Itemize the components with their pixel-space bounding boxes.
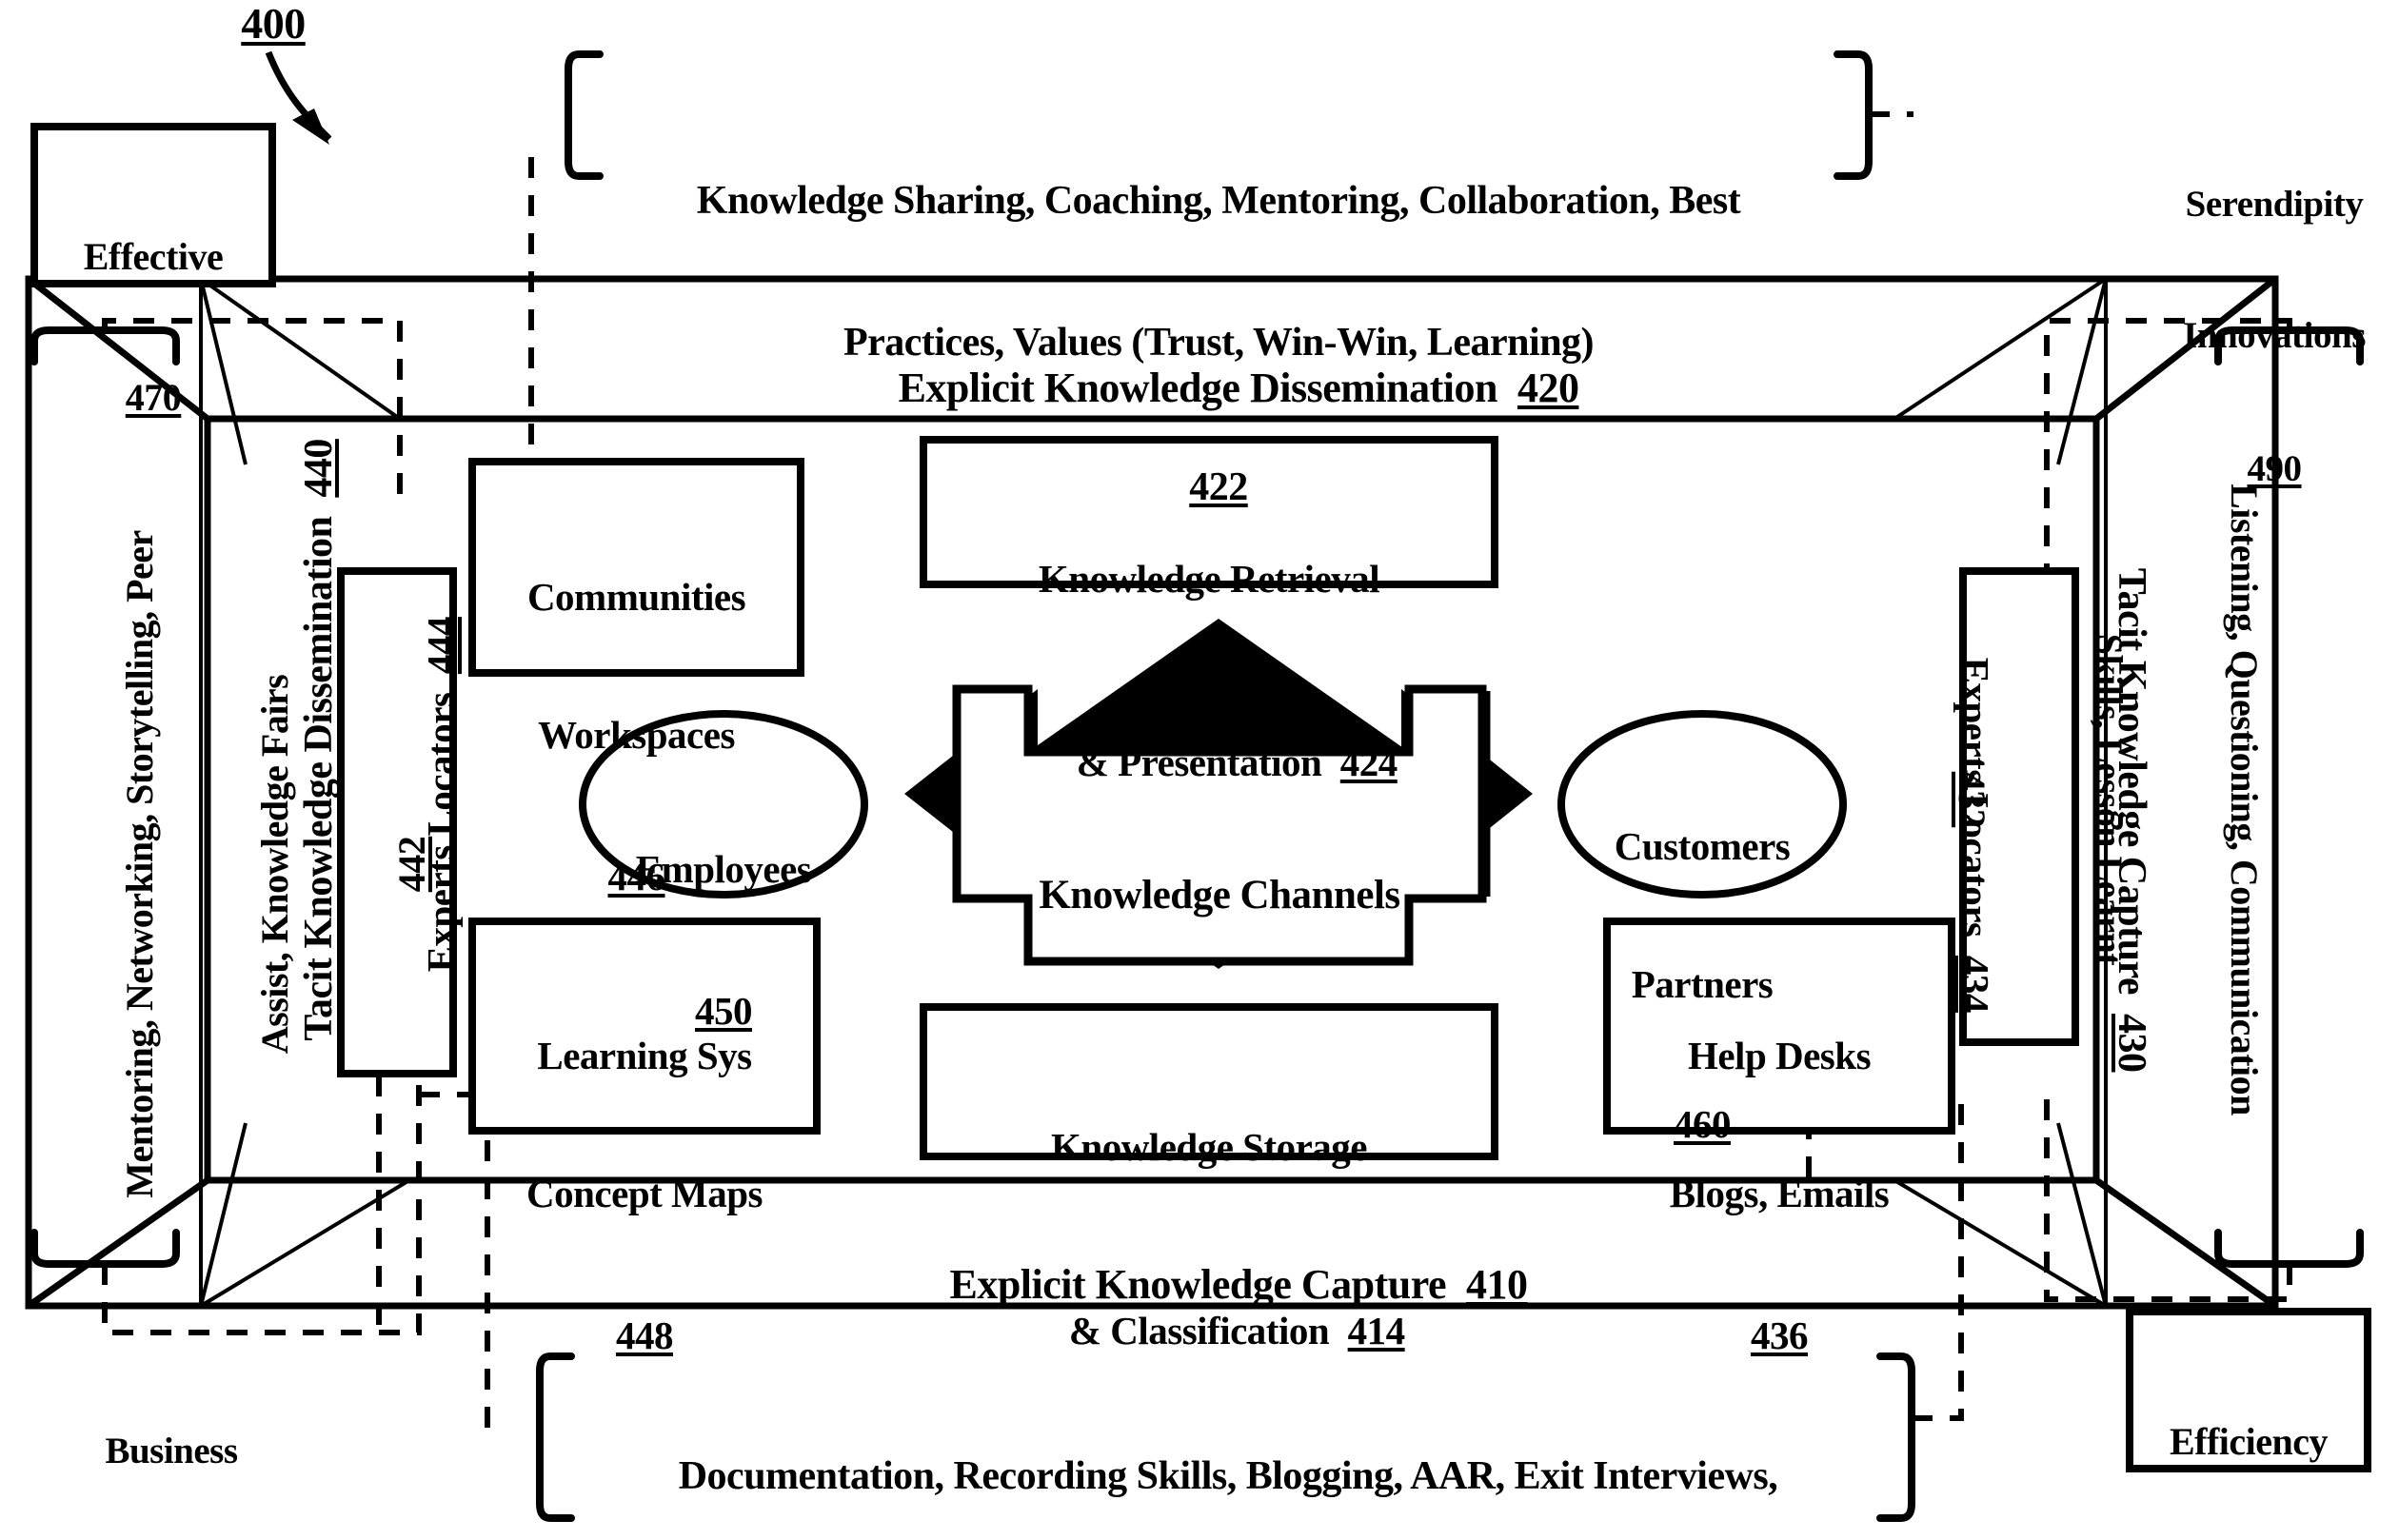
top-face-text: Explicit Knowledge Dissemination [898,364,1498,411]
business-objectives-line1: Business [105,1431,238,1472]
experts-left-text: Experts Locators [419,692,464,973]
right-bracket-text-wrap: Listening, Questioning, Communication Sk… [1952,324,2356,1275]
customers-ref: 460 [1674,1102,1732,1146]
top-bracket-line1: Knowledge Sharing, Coaching, Mentoring, … [696,179,1741,224]
left-face-ref: 440 [296,439,341,498]
communities-line1: Communities [526,574,746,619]
storage-box: Knowledge Storage & Classification 414 [923,1032,1495,1492]
employees-line1: Employees [635,846,812,891]
customers-line1: Customers [1614,823,1791,868]
customers-label: Customers Partners 460 [1561,731,1843,1239]
retrieval-line1: Knowledge Retrieval [1038,556,1380,601]
storage-ref: 414 [1347,1309,1406,1353]
learning-line2: Concept Maps [526,1171,763,1215]
employees-label: Employees 450 [583,754,864,1126]
top-face-ref: 420 [1517,364,1579,411]
storage-line2: & Classification [1068,1309,1330,1353]
patent-figure-400: 400 Effective 470 Efficiency 470 Serendi… [0,0,2399,1540]
communities-line2: Workspaces [538,712,735,757]
business-objectives-label: Business Objectives [52,1342,290,1540]
left-bracket-text-wrap: Mentoring, Networking, Storytelling, Pee… [28,388,432,1340]
left-face-text: Tacit Knowledge Dissemination [296,516,341,1041]
efficiency-box: Efficiency 470 [2130,1330,2368,1540]
employees-ref: 450 [695,988,753,1033]
right-face-label-wrap: Tacit Knowledge Capture 430 [2110,435,2202,1149]
experts-right-text: Experts Locators [1953,657,1997,938]
figure-ref-arrow [265,50,332,145]
top-face-label: Explicit Knowledge Dissemination 420 [724,314,1714,463]
left-bracket-line1: Mentoring, Networking, Storytelling, Pee… [118,530,162,1198]
right-bracket-line1: Listening, Questioning, Communication [2222,484,2266,1116]
efficiency-label: Efficiency [2169,1420,2329,1464]
figure-ref-number: 400 [241,0,306,48]
right-face-ref: 430 [2110,1013,2154,1073]
knowledge-channels-label: Knowledge Channels [957,776,1482,1017]
effective-label: Effective [83,235,224,279]
left-face-label-wrap: Tacit Knowledge Dissemination 440 [248,387,341,1149]
helpdesks-ref: 436 [1751,1313,1809,1357]
storage-line2-wrap: & Classification 414 [923,1262,1495,1400]
experts-left-wrap: Experts Locators 444 [372,584,463,1060]
learning-ref: 448 [616,1313,674,1357]
right-face-text: Tacit Knowledge Capture [2110,567,2154,995]
serendipity-line1: Serendipity [2185,184,2364,226]
experts-left-ref: 444 [419,617,464,675]
customers-line2: Partners [1631,961,1774,1006]
experts-right-wrap: Experts Locators 434 [1953,569,2044,1045]
storage-line1: Knowledge Storage [1051,1124,1368,1169]
experts-right-ref: 434 [1953,955,1997,1013]
knowledge-channels-text: Knowledge Channels [1039,873,1400,918]
